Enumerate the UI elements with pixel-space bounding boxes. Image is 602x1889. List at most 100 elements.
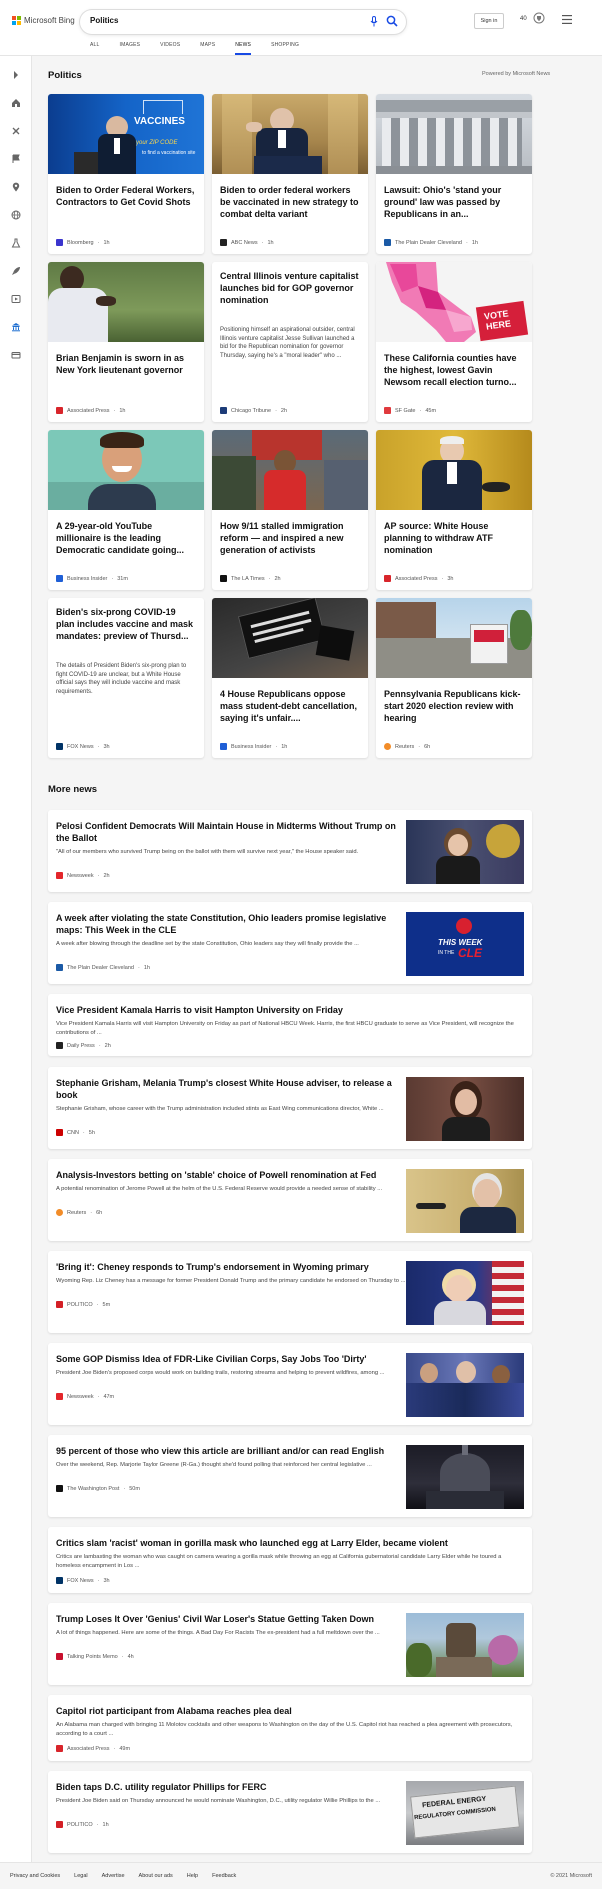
politico-logo-icon	[56, 1301, 63, 1308]
news-list-item[interactable]: 'Bring it': Cheney responds to Trump's e…	[48, 1251, 532, 1333]
item-title[interactable]: Some GOP Dismiss Idea of FDR-Like Civili…	[56, 1353, 406, 1365]
associated-press-logo-icon	[384, 575, 391, 582]
search-icon[interactable]	[386, 15, 398, 27]
news-list-item[interactable]: Vice President Kamala Harris to visit Ha…	[48, 994, 532, 1056]
card-title[interactable]: How 9/11 stalled immigration reform — an…	[220, 520, 360, 556]
sign-in-button[interactable]: Sign in	[474, 13, 504, 29]
rewards-trophy-icon[interactable]	[533, 12, 545, 24]
item-title[interactable]: Stephanie Grisham, Melania Trump's close…	[56, 1077, 406, 1101]
tab-images[interactable]: IMAGES	[120, 40, 151, 55]
location-icon[interactable]	[10, 181, 22, 193]
news-list-item[interactable]: Pelosi Confident Democrats Will Maintain…	[48, 810, 532, 892]
footer-link-privacy[interactable]: Privacy and Cookies	[10, 1873, 60, 1879]
expand-nav-icon[interactable]	[10, 69, 22, 81]
card-title[interactable]: These California counties have the highe…	[384, 352, 524, 388]
news-list-item[interactable]: 95 percent of those who view this articl…	[48, 1435, 532, 1517]
card-title[interactable]: Biden to order federal workers be vaccin…	[220, 184, 360, 220]
card-title[interactable]: Pennsylvania Republicans kick-start 2020…	[384, 688, 524, 724]
card-title[interactable]: 4 House Republicans oppose mass student-…	[220, 688, 360, 724]
news-list-item[interactable]: Capitol riot participant from Alabama re…	[48, 1695, 532, 1761]
item-description: A lot of things happened. Here are some …	[56, 1630, 380, 1636]
tab-videos[interactable]: VIDEOS	[160, 40, 190, 55]
rocket-icon[interactable]	[10, 265, 22, 277]
news-list-item[interactable]: A week after violating the state Constit…	[48, 902, 532, 984]
item-title[interactable]: A week after violating the state Constit…	[56, 912, 406, 936]
news-card[interactable]: Biden to order federal workers be vaccin…	[212, 94, 368, 254]
card-source: The Plain Dealer Cleveland · 1h	[384, 239, 478, 246]
news-list-item[interactable]: Biden taps D.C. utility regulator Philli…	[48, 1771, 532, 1853]
globe-icon[interactable]	[10, 209, 22, 221]
tab-all[interactable]: ALL	[90, 40, 110, 55]
item-title[interactable]: Pelosi Confident Democrats Will Maintain…	[56, 820, 406, 844]
flag-icon[interactable]	[10, 153, 22, 165]
money-icon[interactable]	[10, 349, 22, 361]
item-title[interactable]: Capitol riot participant from Alabama re…	[56, 1705, 524, 1717]
discover-icon[interactable]	[10, 125, 22, 137]
item-title[interactable]: Biden taps D.C. utility regulator Philli…	[56, 1781, 406, 1793]
hamburger-menu-icon[interactable]	[562, 15, 572, 24]
card-title[interactable]: Biden to Order Federal Workers, Contract…	[56, 184, 196, 208]
card-image	[376, 94, 532, 174]
politics-icon[interactable]	[10, 321, 22, 333]
item-description: Stephanie Grisham, whose career with the…	[56, 1106, 384, 1112]
plain-dealer-logo-icon	[56, 964, 63, 971]
bing-logo[interactable]: Microsoft Bing	[12, 16, 75, 25]
search-input[interactable]: Politics	[90, 16, 118, 25]
news-card[interactable]: Lawsuit: Ohio's 'stand your ground' law …	[376, 94, 532, 254]
card-source: FOX News · 3h	[56, 743, 110, 750]
item-title[interactable]: Critics slam 'racist' woman in gorilla m…	[56, 1537, 524, 1549]
talking-points-memo-logo-icon	[56, 1653, 63, 1660]
item-description: "All of our members who survived Trump b…	[56, 849, 359, 855]
tab-maps[interactable]: MAPS	[200, 40, 225, 55]
tab-shopping[interactable]: SHOPPING	[271, 40, 309, 55]
news-card[interactable]: Central Illinois venture capitalist laun…	[212, 262, 368, 422]
rewards-points[interactable]: 40	[520, 16, 527, 22]
card-source: ABC News · 1h	[220, 239, 274, 246]
footer-link-about-ads[interactable]: About our ads	[139, 1873, 173, 1879]
news-card[interactable]: VACCINES your ZIP CODE to find a vaccina…	[48, 94, 204, 254]
card-title[interactable]: Lawsuit: Ohio's 'stand your ground' law …	[384, 184, 524, 220]
footer-link-legal[interactable]: Legal	[74, 1873, 87, 1879]
item-title[interactable]: 95 percent of those who view this articl…	[56, 1445, 406, 1457]
home-icon[interactable]	[10, 97, 22, 109]
search-box[interactable]: Politics	[80, 10, 406, 34]
entertainment-icon[interactable]	[10, 293, 22, 305]
news-list-item[interactable]: Stephanie Grisham, Melania Trump's close…	[48, 1067, 532, 1149]
item-title[interactable]: Trump Loses It Over 'Genius' Civil War L…	[56, 1613, 406, 1625]
news-card[interactable]: VOTE HERE These California counties have…	[376, 262, 532, 422]
news-list-item[interactable]: Some GOP Dismiss Idea of FDR-Like Civili…	[48, 1343, 532, 1425]
item-title[interactable]: Analysis-Investors betting on 'stable' c…	[56, 1169, 406, 1181]
card-source: Business Insider · 1h	[220, 743, 287, 750]
item-title[interactable]: Vice President Kamala Harris to visit Ha…	[56, 1004, 524, 1016]
tab-news[interactable]: NEWS	[235, 40, 252, 55]
card-title[interactable]: Biden's six-prong COVID-19 plan includes…	[56, 606, 196, 642]
news-list-item[interactable]: Analysis-Investors betting on 'stable' c…	[48, 1159, 532, 1241]
footer-link-help[interactable]: Help	[187, 1873, 198, 1879]
news-card[interactable]: Pennsylvania Republicans kick-start 2020…	[376, 598, 532, 758]
news-card[interactable]: Biden's six-prong COVID-19 plan includes…	[48, 598, 204, 758]
news-card[interactable]: AP source: White House planning to withd…	[376, 430, 532, 590]
news-card[interactable]: 4 House Republicans oppose mass student-…	[212, 598, 368, 758]
news-list-item[interactable]: Trump Loses It Over 'Genius' Civil War L…	[48, 1603, 532, 1685]
item-description: A week after blowing through the deadlin…	[56, 941, 359, 947]
associated-press-logo-icon	[56, 1745, 63, 1752]
news-card[interactable]: Brian Benjamin is sworn in as New York l…	[48, 262, 204, 422]
news-card[interactable]: How 9/11 stalled immigration reform — an…	[212, 430, 368, 590]
card-title[interactable]: A 29-year-old YouTube millionaire is the…	[56, 520, 196, 556]
card-title[interactable]: Brian Benjamin is sworn in as New York l…	[56, 352, 196, 376]
microphone-icon[interactable]	[370, 16, 378, 27]
business-insider-logo-icon	[220, 743, 227, 750]
news-list-item[interactable]: Critics slam 'racist' woman in gorilla m…	[48, 1527, 532, 1593]
card-title[interactable]: Central Illinois venture capitalist laun…	[220, 270, 360, 306]
science-icon[interactable]	[10, 237, 22, 249]
item-description: President Joe Biden said on Thursday ann…	[56, 1798, 381, 1804]
news-card[interactable]: A 29-year-old YouTube millionaire is the…	[48, 430, 204, 590]
card-source: Associated Press · 3h	[384, 575, 453, 582]
card-title[interactable]: AP source: White House planning to withd…	[384, 520, 524, 556]
politico-logo-icon	[56, 1821, 63, 1828]
footer-link-advertise[interactable]: Advertise	[102, 1873, 125, 1879]
item-source: POLITICO · 5m	[56, 1301, 110, 1308]
footer-link-feedback[interactable]: Feedback	[212, 1873, 236, 1879]
item-description: Vice President Kamala Harris will visit …	[56, 1021, 514, 1036]
item-title[interactable]: 'Bring it': Cheney responds to Trump's e…	[56, 1261, 406, 1273]
